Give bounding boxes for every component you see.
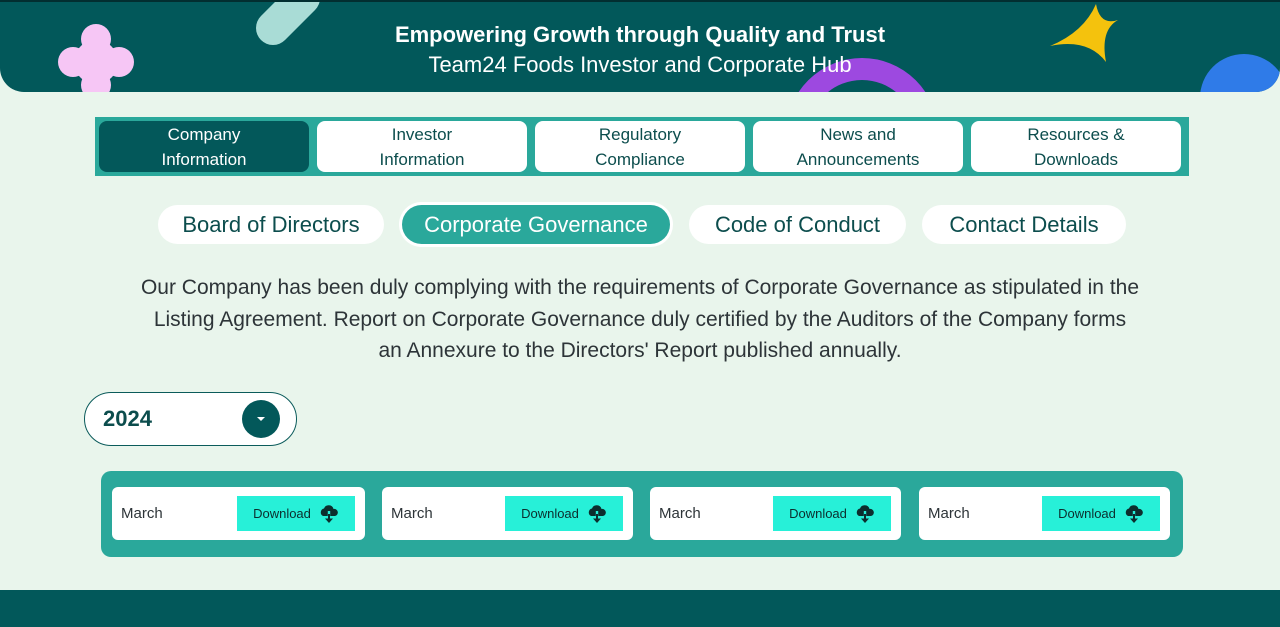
- document-card: March Download: [650, 487, 901, 540]
- documents-panel: March Download March Download March Down…: [101, 471, 1183, 557]
- download-button-label: Download: [789, 506, 847, 521]
- nav-news-announcements[interactable]: News and Announcements: [753, 121, 963, 172]
- document-card: March Download: [382, 487, 633, 540]
- governance-description: Our Company has been duly complying with…: [140, 276, 1140, 362]
- cloud-download-icon: [320, 504, 338, 523]
- nav-resources-downloads[interactable]: Resources & Downloads: [971, 121, 1181, 172]
- cloud-download-icon: [856, 504, 874, 523]
- main-nav: Company Information Investor Information…: [95, 117, 1189, 176]
- hero-banner: Empowering Growth through Quality and Tr…: [0, 0, 1280, 92]
- download-button[interactable]: Download: [1042, 496, 1160, 531]
- caret-down-icon: [257, 417, 265, 421]
- footer: [0, 590, 1280, 627]
- document-label: March: [391, 505, 433, 522]
- document-label: March: [928, 505, 970, 522]
- year-dropdown-value: 2024: [103, 406, 152, 431]
- cloud-download-icon: [1125, 504, 1143, 523]
- hero-subtitle: Team24 Foods Investor and Corporate Hub: [428, 52, 852, 77]
- document-card: March Download: [919, 487, 1170, 540]
- document-label: March: [659, 505, 701, 522]
- document-card: March Download: [112, 487, 365, 540]
- tab-code-of-conduct[interactable]: Code of Conduct: [689, 205, 906, 244]
- download-button[interactable]: Download: [505, 496, 623, 531]
- download-button[interactable]: Download: [237, 496, 355, 531]
- cloud-download-icon: [588, 504, 606, 523]
- nav-regulatory-compliance[interactable]: Regulatory Compliance: [535, 121, 745, 172]
- download-button-label: Download: [1058, 506, 1116, 521]
- nav-investor-information[interactable]: Investor Information: [317, 121, 527, 172]
- download-button-label: Download: [253, 506, 311, 521]
- download-button-label: Download: [521, 506, 579, 521]
- dropdown-arrow-button[interactable]: [242, 400, 280, 438]
- year-dropdown[interactable]: 2024: [84, 392, 297, 446]
- document-label: March: [121, 505, 163, 522]
- tab-board-of-directors[interactable]: Board of Directors: [158, 205, 384, 244]
- hero-title: Empowering Growth through Quality and Tr…: [394, 22, 886, 47]
- download-button[interactable]: Download: [773, 496, 891, 531]
- nav-company-information[interactable]: Company Information: [99, 121, 309, 172]
- tab-contact-details[interactable]: Contact Details: [922, 205, 1126, 244]
- sub-tabs: Board of Directors Corporate Governance …: [0, 205, 1280, 244]
- tab-corporate-governance[interactable]: Corporate Governance: [402, 205, 670, 244]
